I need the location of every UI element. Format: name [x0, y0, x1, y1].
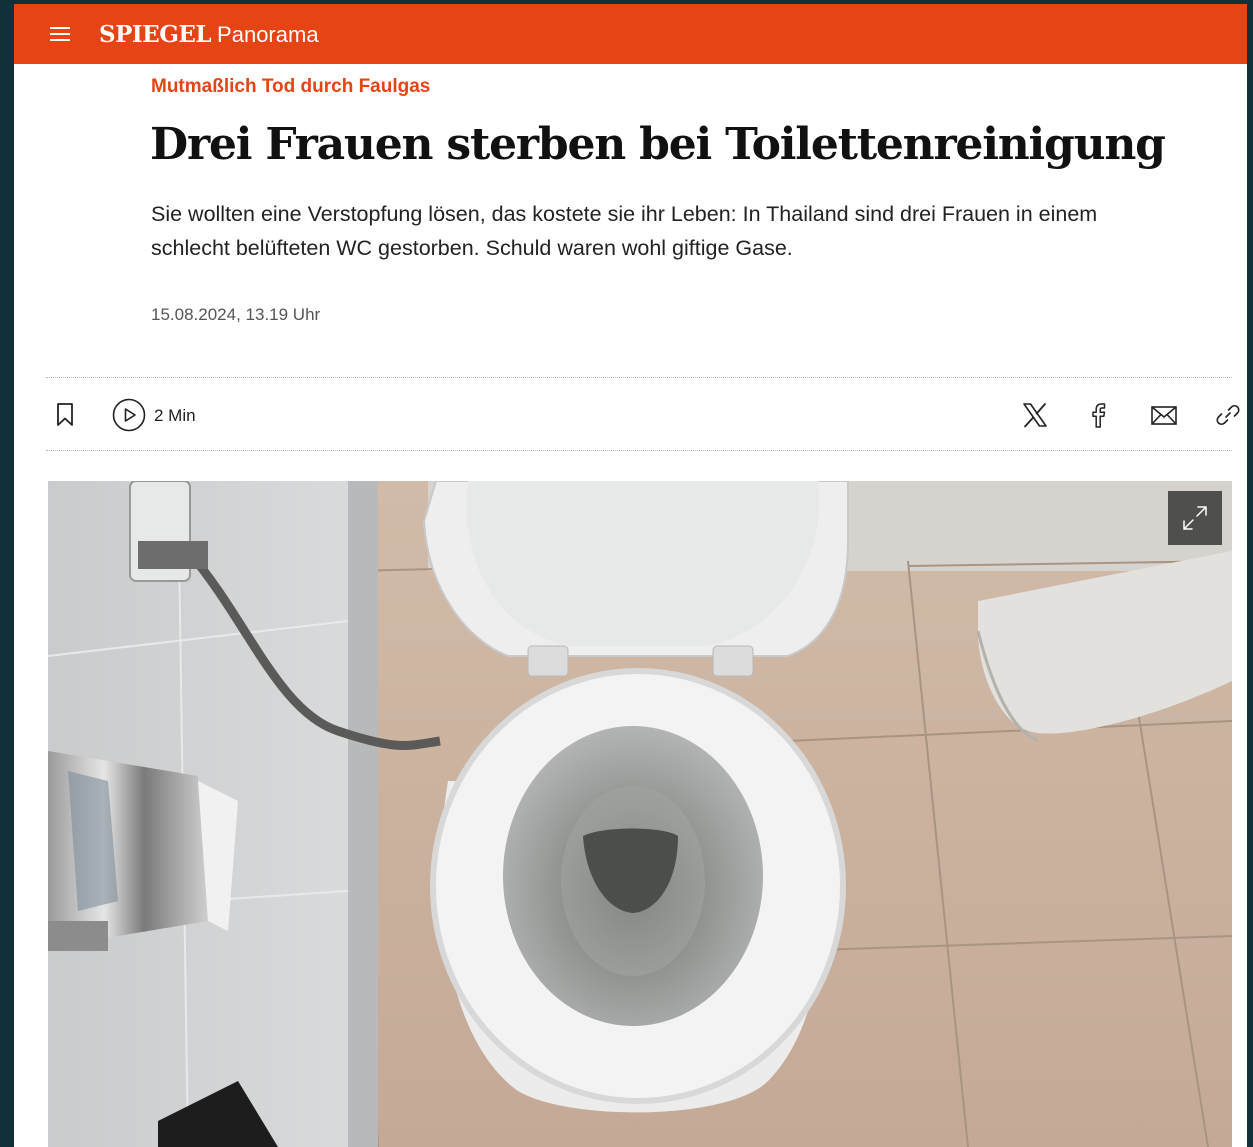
- expand-icon: [1183, 506, 1207, 530]
- section-name[interactable]: Panorama: [217, 22, 319, 47]
- article-headline: Drei Frauen sterben bei Toilettenreinigu…: [150, 119, 1166, 170]
- facebook-icon: [1092, 403, 1106, 428]
- mail-icon: [1151, 406, 1177, 425]
- article-kicker: Mutmaßlich Tod durch Faulgas: [151, 76, 431, 97]
- expand-image-button[interactable]: [1168, 491, 1222, 545]
- article-photo[interactable]: [48, 481, 1232, 1147]
- brand-name: SPIEGEL: [99, 21, 212, 48]
- toolbar-divider-top: [46, 377, 1232, 378]
- bookmark-icon[interactable]: [54, 402, 76, 428]
- hamburger-menu-icon[interactable]: [50, 26, 70, 42]
- article-page: SPIEGEL Panorama Mutmaßlich Tod durch Fau…: [14, 4, 1247, 1147]
- copy-link-button[interactable]: [1211, 398, 1245, 432]
- x-icon: [1023, 403, 1047, 428]
- publish-date: 15.08.2024, 13.19 Uhr: [151, 305, 321, 324]
- article-toolbar: 2 Min: [46, 379, 1240, 449]
- article-teaser: Sie wollten eine Verstopfung lösen, das …: [151, 202, 1098, 260]
- share-facebook-button[interactable]: [1082, 398, 1116, 432]
- play-circle-icon: [112, 398, 146, 432]
- site-header: SPIEGEL Panorama: [14, 4, 1247, 64]
- toilet-photo: [48, 481, 1232, 1147]
- listen-duration: 2 Min: [154, 406, 196, 425]
- share-x-button[interactable]: [1018, 398, 1052, 432]
- link-icon: [1216, 404, 1240, 426]
- site-logo[interactable]: SPIEGEL Panorama: [99, 21, 319, 48]
- toolbar-divider-bottom: [46, 450, 1232, 451]
- share-mail-button[interactable]: [1147, 398, 1181, 432]
